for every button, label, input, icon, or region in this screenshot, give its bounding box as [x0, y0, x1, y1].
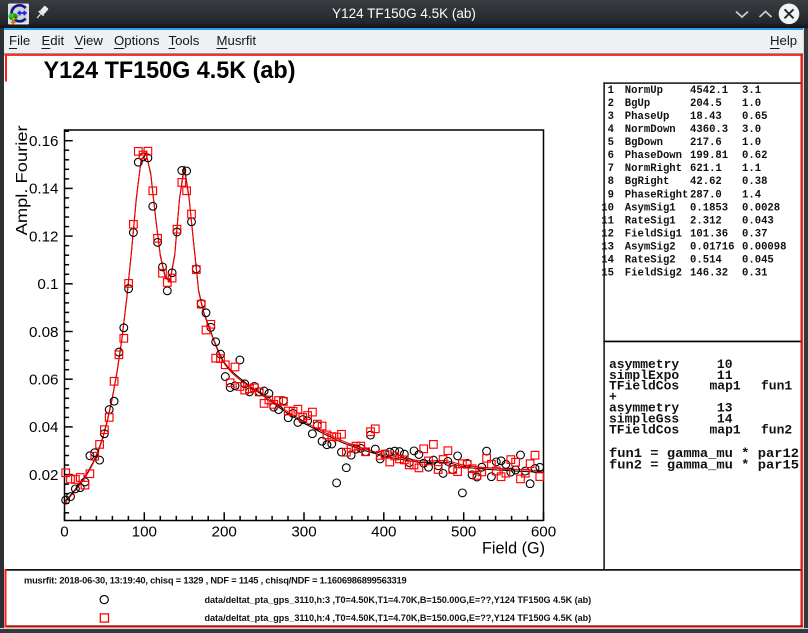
svg-text:0.14: 0.14: [29, 181, 59, 198]
svg-text:AsymSig1: AsymSig1: [625, 202, 676, 214]
svg-text:5: 5: [608, 137, 614, 149]
svg-text:204.5: 204.5: [690, 98, 722, 110]
svg-text:0.08: 0.08: [29, 324, 59, 341]
svg-text:0.01716: 0.01716: [690, 242, 735, 254]
svg-text:0.37: 0.37: [742, 229, 767, 241]
svg-text:3.1: 3.1: [742, 85, 761, 97]
svg-text:12: 12: [601, 229, 614, 241]
svg-text:FieldSig1: FieldSig1: [625, 229, 682, 241]
svg-text:6: 6: [608, 150, 614, 162]
svg-text:4542.1: 4542.1: [690, 85, 728, 97]
svg-text:0.16: 0.16: [29, 133, 59, 150]
svg-text:2: 2: [608, 98, 614, 110]
svg-text:400: 400: [371, 524, 396, 541]
svg-text:RateSig2: RateSig2: [625, 255, 676, 267]
svg-text:0.00098: 0.00098: [742, 242, 787, 254]
svg-text:map1: map1: [710, 379, 741, 394]
svg-text:map1: map1: [710, 422, 741, 437]
svg-text:0: 0: [60, 524, 68, 541]
svg-text:500: 500: [451, 524, 476, 541]
svg-text:0.045: 0.045: [742, 255, 774, 267]
svg-text:18.43: 18.43: [690, 111, 722, 123]
svg-text:0.514: 0.514: [690, 255, 722, 267]
svg-text:fun2: fun2: [761, 422, 792, 437]
svg-text:1.1: 1.1: [742, 163, 761, 175]
svg-text:fun2 = gamma_mu * par15: fun2 = gamma_mu * par15: [609, 457, 799, 472]
svg-text:600: 600: [531, 524, 556, 541]
svg-text:1.0: 1.0: [742, 137, 761, 149]
svg-text:8: 8: [608, 176, 614, 188]
svg-text:9: 9: [608, 189, 614, 201]
svg-text:4: 4: [608, 124, 615, 136]
svg-text:0.06: 0.06: [29, 372, 59, 389]
svg-text:15: 15: [601, 268, 614, 280]
svg-text:FieldSig2: FieldSig2: [625, 268, 682, 280]
svg-text:TFieldCos: TFieldCos: [609, 379, 679, 394]
svg-text:146.32: 146.32: [690, 268, 728, 280]
svg-text:BgUp: BgUp: [625, 98, 650, 110]
svg-text:14: 14: [601, 255, 614, 267]
svg-text:0.65: 0.65: [742, 111, 767, 123]
svg-text:3.0: 3.0: [742, 124, 761, 136]
svg-text:0.62: 0.62: [742, 150, 767, 162]
svg-text:0.38: 0.38: [742, 176, 767, 188]
svg-text:217.6: 217.6: [690, 137, 722, 149]
svg-text:0.1853: 0.1853: [690, 202, 728, 214]
svg-text:fun1: fun1: [761, 379, 792, 394]
svg-text:10: 10: [601, 202, 614, 214]
svg-text:RateSig1: RateSig1: [625, 215, 676, 227]
svg-text:287.0: 287.0: [690, 189, 722, 201]
svg-text:200: 200: [212, 524, 237, 541]
svg-text:199.81: 199.81: [690, 150, 728, 162]
svg-text:data/deltat_pta_gps_3110,h:4 ,: data/deltat_pta_gps_3110,h:4 ,T0=4.50K,T…: [205, 613, 592, 623]
svg-text:PhaseDown: PhaseDown: [625, 150, 682, 162]
svg-text:data/deltat_pta_gps_3110,h:3 ,: data/deltat_pta_gps_3110,h:3 ,T0=4.50K,T…: [205, 595, 592, 605]
svg-text:0.02: 0.02: [29, 467, 59, 484]
svg-text:42.62: 42.62: [690, 176, 722, 188]
svg-text:Field (G): Field (G): [482, 540, 545, 558]
svg-text:300: 300: [291, 524, 316, 541]
svg-text:1: 1: [608, 85, 614, 97]
svg-text:13: 13: [601, 242, 614, 254]
svg-text:0.1: 0.1: [37, 276, 58, 293]
svg-text:PhaseRight: PhaseRight: [625, 189, 689, 201]
svg-text:musrfit: 2018-06-30, 13:19:40,: musrfit: 2018-06-30, 13:19:40, chisq = 1…: [24, 576, 406, 586]
svg-text:7: 7: [608, 163, 614, 175]
svg-text:TFieldCos: TFieldCos: [609, 422, 679, 437]
svg-text:Ampl. Fourier: Ampl. Fourier: [14, 125, 31, 236]
svg-text:BgDown: BgDown: [625, 137, 663, 149]
svg-text:0.12: 0.12: [29, 228, 59, 245]
svg-text:0.043: 0.043: [742, 215, 774, 227]
svg-text:AsymSig2: AsymSig2: [625, 242, 676, 254]
svg-text:100: 100: [132, 524, 157, 541]
svg-text:11: 11: [601, 215, 614, 227]
svg-text:3: 3: [608, 111, 614, 123]
svg-text:NormRight: NormRight: [625, 163, 682, 175]
svg-text:621.1: 621.1: [690, 163, 722, 175]
svg-text:4360.3: 4360.3: [690, 124, 728, 136]
svg-text:2.312: 2.312: [690, 215, 722, 227]
svg-text:0.31: 0.31: [742, 268, 767, 280]
svg-text:101.36: 101.36: [690, 229, 728, 241]
svg-text:1.0: 1.0: [742, 98, 761, 110]
svg-text:BgRight: BgRight: [625, 176, 670, 188]
svg-text:PhaseUp: PhaseUp: [625, 111, 670, 123]
svg-text:0.0028: 0.0028: [742, 202, 780, 214]
svg-text:NormUp: NormUp: [625, 85, 663, 97]
svg-text:Y124 TF150G 4.5K (ab): Y124 TF150G 4.5K (ab): [44, 57, 296, 84]
svg-text:1.4: 1.4: [742, 189, 762, 201]
svg-text:0.04: 0.04: [29, 419, 59, 436]
svg-text:NormDown: NormDown: [625, 124, 676, 136]
